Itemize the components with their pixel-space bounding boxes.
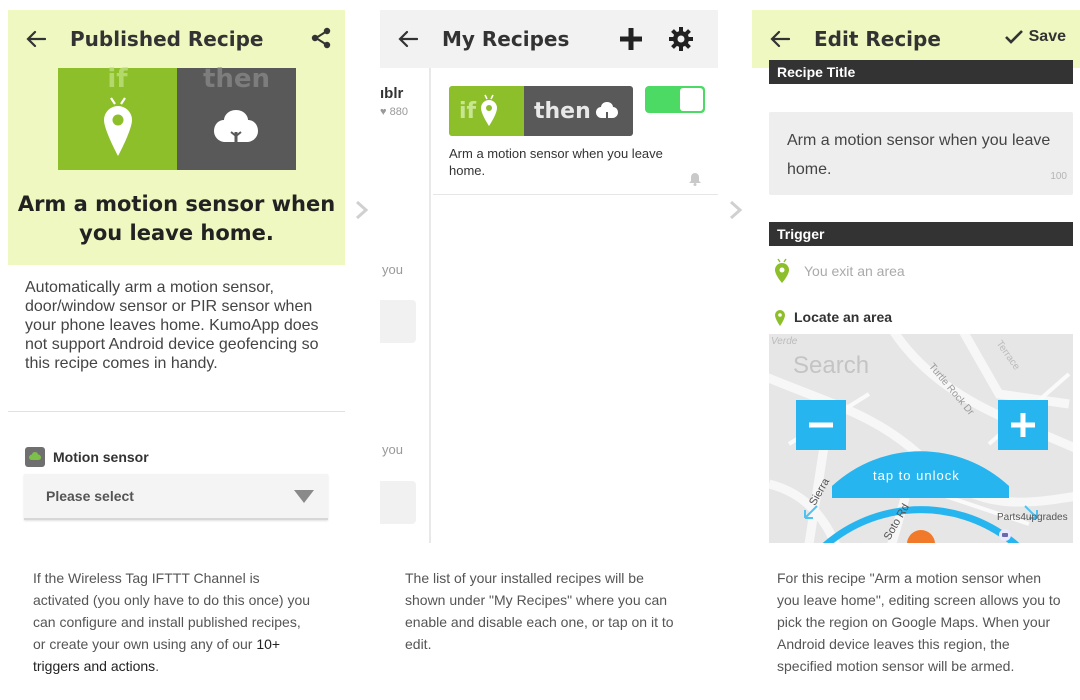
page-title: My Recipes <box>442 27 570 51</box>
map-street-label: Verde <box>771 336 798 347</box>
if-block: if <box>58 64 177 170</box>
ghost-channel-name: ıblr <box>380 85 404 102</box>
locate-area-text: Locate an area <box>794 309 893 325</box>
then-block: then <box>177 64 296 170</box>
ghost-box <box>380 300 416 343</box>
map-view[interactable]: Verde Turtle Rock Dr Terrace Search tap … <box>769 334 1073 543</box>
back-arrow-icon[interactable] <box>26 29 46 49</box>
save-label: Save <box>1028 28 1066 45</box>
plus-icon <box>1011 413 1035 437</box>
checkmark-icon <box>1004 30 1023 44</box>
tap-to-unlock-text: tap to unlock <box>873 468 960 483</box>
chevron-right-icon <box>356 200 369 220</box>
published-recipe-screen: Published Recipe if then Arm a motion se… <box>8 10 345 543</box>
toggle-knob <box>680 88 703 111</box>
ghost-count-value: 880 <box>389 106 408 118</box>
caption-edit-recipe: For this recipe "Arm a motion sensor whe… <box>777 570 1061 674</box>
trigger-item[interactable]: You exit an area <box>774 258 905 284</box>
recipe-title-field[interactable]: Arm a motion sensor when you leave home.… <box>769 112 1073 195</box>
dropdown-triangle-icon <box>294 489 314 503</box>
ghost-like-count: ♥ 880 <box>380 106 408 118</box>
motion-sensor-select[interactable]: Please select <box>24 474 328 520</box>
tree-icon <box>595 102 618 121</box>
then-label: then <box>202 64 271 94</box>
share-icon[interactable] <box>309 26 333 50</box>
motion-sensor-text: Motion sensor <box>53 449 149 465</box>
recipe-list-item[interactable]: if then Arm a motion sensor when you lea… <box>433 68 718 195</box>
caption-my-recipes: The list of your installed recipes will … <box>405 570 674 652</box>
recipe-hero: if then Arm a motion sensor when you lea… <box>8 64 345 265</box>
recipe-description: Automatically arm a motion sensor, door/… <box>25 279 319 372</box>
location-pin-icon <box>775 258 789 283</box>
zoom-in-button[interactable] <box>998 400 1048 450</box>
car-icon <box>999 529 1011 541</box>
recipe-enable-toggle[interactable] <box>645 86 705 113</box>
trigger-item-label: You exit an area <box>804 263 905 279</box>
recipe-title-heading: Recipe Title <box>769 60 1073 84</box>
add-icon[interactable] <box>618 26 644 52</box>
location-pin-icon <box>481 94 498 126</box>
back-arrow-icon[interactable] <box>770 29 790 49</box>
screenshot-page: Published Recipe if then Arm a motion se… <box>0 0 1080 700</box>
gear-icon[interactable] <box>668 26 694 52</box>
chevron-right-icon <box>730 200 743 220</box>
select-value: Please select <box>46 488 134 504</box>
background-list-peek: ıblr ♥ 880 you you <box>380 68 431 543</box>
top-bar: My Recipes <box>380 10 718 68</box>
my-recipes-screen: My Recipes ıblr ♥ 880 you you if then Ar… <box>380 10 718 543</box>
caption-text: . <box>155 658 160 674</box>
toolbar-actions <box>618 26 718 52</box>
then-block: then <box>524 86 633 136</box>
recipe-name: Arm a motion sensor when you leave home. <box>449 146 663 178</box>
map-search-placeholder[interactable]: Search <box>793 352 869 380</box>
motion-sensor-label: Motion sensor <box>25 447 149 467</box>
save-button[interactable]: Save <box>1004 28 1066 46</box>
recipe-badge: if then <box>58 64 296 170</box>
caption-published-recipe: If the Wireless Tag IFTTT Channel is act… <box>33 567 313 677</box>
ghost-box <box>380 481 416 524</box>
if-block: if <box>449 86 524 136</box>
divider <box>8 411 345 412</box>
wireless-tag-icon <box>25 447 45 467</box>
location-pin-icon <box>104 97 132 156</box>
page-title: Edit Recipe <box>814 27 941 51</box>
recipe-badge: if then <box>449 86 633 136</box>
recipe-title: Arm a motion sensor when you leave home. <box>17 192 336 245</box>
minus-icon <box>809 422 833 428</box>
ghost-text: you <box>382 262 403 277</box>
tree-icon <box>214 110 258 144</box>
top-bar: Published Recipe <box>8 10 345 68</box>
locate-area-label: Locate an area <box>774 307 892 327</box>
if-label: if <box>107 64 128 94</box>
then-label: then <box>534 98 591 124</box>
map-poi-label: Parts4upgrades <box>997 512 1068 523</box>
character-counter: 100 <box>1050 171 1067 182</box>
edit-recipe-screen: Edit Recipe Save Recipe Title Arm a moti… <box>752 10 1080 543</box>
if-label: if <box>459 98 477 124</box>
map-marker-icon <box>907 530 935 543</box>
page-title: Published Recipe <box>70 27 264 51</box>
location-pin-icon <box>775 310 785 326</box>
bell-icon[interactable] <box>688 172 702 186</box>
zoom-out-button[interactable] <box>796 400 846 450</box>
trigger-heading: Trigger <box>769 222 1073 246</box>
back-arrow-icon[interactable] <box>398 29 418 49</box>
recipe-title-value: Arm a motion sensor when you leave home. <box>787 132 1051 178</box>
ghost-text: you <box>382 442 403 457</box>
